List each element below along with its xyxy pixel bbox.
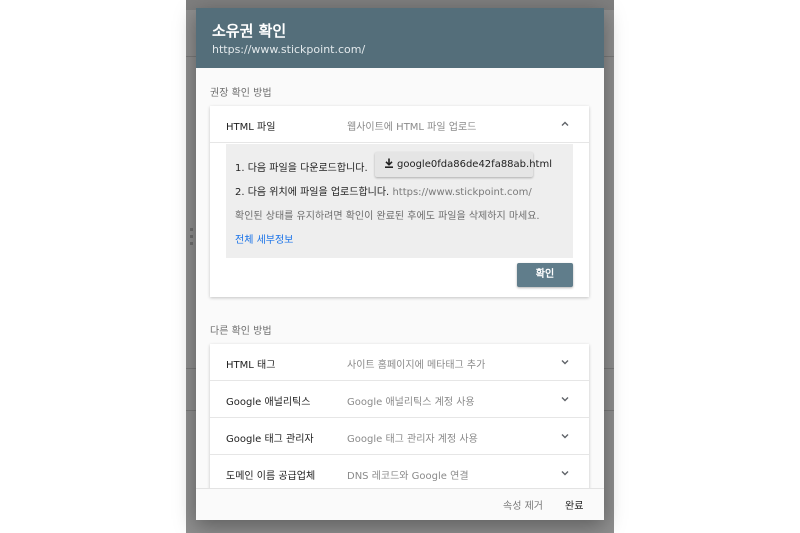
- verification-dialog: 소유권 확인 https://www.stickpoint.com/ 권장 확인…: [196, 8, 604, 520]
- method-description: 사이트 홈페이지에 메타태그 추가: [347, 360, 486, 371]
- method-name: HTML 태그: [226, 360, 276, 371]
- dialog-footer: 속성 제거 완료: [196, 488, 604, 520]
- step-2-label: 2. 다음 위치에 파일을 업로드합니다.: [235, 187, 390, 198]
- recommended-section-label: 권장 확인 방법: [210, 88, 272, 99]
- method-name: Google 애널리틱스: [226, 397, 311, 408]
- step-2-text: 2. 다음 위치에 파일을 업로드합니다. https://www.stickp…: [235, 183, 532, 198]
- backdrop-menu-icon: [190, 228, 193, 249]
- method-row-domain-provider[interactable]: 도메인 이름 공급업체 DNS 레코드와 Google 연결: [210, 455, 589, 488]
- step-1-text: 1. 다음 파일을 다운로드합니다.: [235, 163, 368, 174]
- done-button[interactable]: 완료: [565, 497, 583, 512]
- chevron-down-icon[interactable]: [558, 429, 572, 443]
- keep-file-note: 확인된 상태를 유지하려면 확인이 완료된 후에도 파일을 삭제하지 마세요.: [235, 211, 540, 222]
- other-methods-card: HTML 태그 사이트 홈페이지에 메타태그 추가 Google 애널리틱스 G…: [210, 344, 589, 488]
- method-row-html-tag[interactable]: HTML 태그 사이트 홈페이지에 메타태그 추가: [210, 344, 589, 381]
- chevron-down-icon[interactable]: [558, 355, 572, 369]
- method-description: Google 태그 관리자 계정 사용: [347, 434, 478, 445]
- step-2-url: https://www.stickpoint.com/: [392, 187, 532, 198]
- recommended-method-card: HTML 파일 웹사이트에 HTML 파일 업로드 1. 다음 파일을 다운로드…: [210, 106, 589, 297]
- property-url: https://www.stickpoint.com/: [212, 43, 366, 56]
- remove-property-button[interactable]: 속성 제거: [503, 497, 543, 512]
- dialog-title: 소유권 확인: [212, 22, 287, 40]
- method-row-tag-manager[interactable]: Google 태그 관리자 Google 태그 관리자 계정 사용: [210, 418, 589, 455]
- method-name: HTML 파일: [226, 122, 276, 133]
- method-description: 웹사이트에 HTML 파일 업로드: [347, 122, 477, 133]
- chevron-down-icon[interactable]: [558, 466, 572, 480]
- dialog-header: 소유권 확인 https://www.stickpoint.com/: [196, 8, 604, 68]
- method-name: Google 태그 관리자: [226, 434, 314, 445]
- method-description: Google 애널리틱스 계정 사용: [347, 397, 475, 408]
- method-description: DNS 레코드와 Google 연결: [347, 471, 469, 482]
- method-row-html-file[interactable]: HTML 파일 웹사이트에 HTML 파일 업로드: [210, 106, 589, 143]
- method-row-google-analytics[interactable]: Google 애널리틱스 Google 애널리틱스 계정 사용: [210, 381, 589, 418]
- download-file-button[interactable]: google0fda86de42fa88ab.html: [375, 152, 552, 177]
- method-name: 도메인 이름 공급업체: [226, 471, 316, 482]
- full-details-link[interactable]: 전체 세부정보: [235, 231, 293, 246]
- chevron-down-icon[interactable]: [558, 392, 572, 406]
- other-methods-section-label: 다른 확인 방법: [210, 326, 272, 337]
- dialog-body: 권장 확인 방법 HTML 파일 웹사이트에 HTML 파일 업로드 1. 다음…: [196, 68, 604, 488]
- method-instructions: 1. 다음 파일을 다운로드합니다. google0fda86de42fa88a…: [226, 144, 573, 258]
- download-file-name: google0fda86de42fa88ab.html: [397, 159, 552, 170]
- download-icon: [385, 158, 393, 168]
- chevron-up-icon[interactable]: [558, 117, 572, 131]
- verify-button[interactable]: 확인: [517, 263, 573, 287]
